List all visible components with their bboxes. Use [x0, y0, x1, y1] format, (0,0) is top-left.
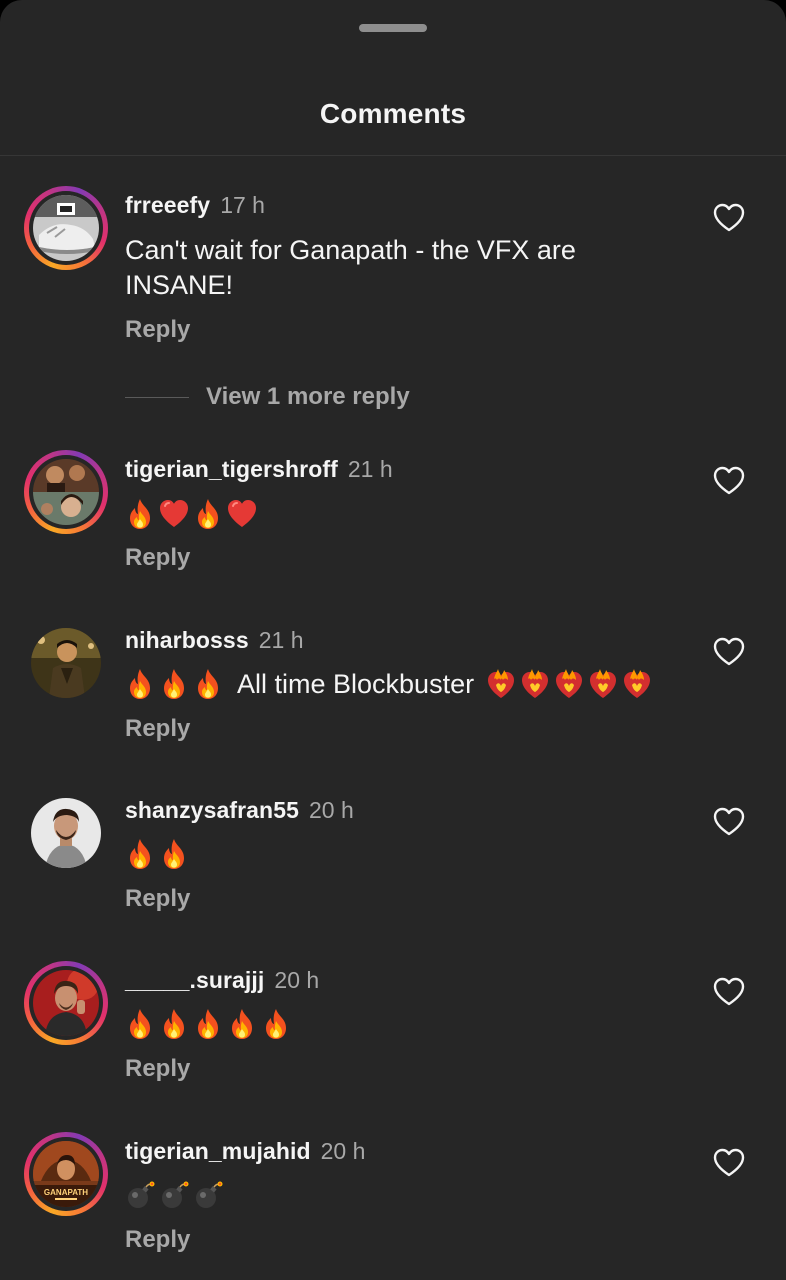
- avatar[interactable]: [24, 186, 108, 270]
- fire-icon: [125, 667, 155, 701]
- comment-emoji-text: [125, 1178, 223, 1212]
- reply-button[interactable]: Reply: [125, 316, 190, 344]
- like-heart-icon[interactable]: [713, 977, 745, 1007]
- comment-username[interactable]: shanzysafran55: [125, 797, 299, 823]
- thread-line: [125, 396, 189, 398]
- fire-icon: [193, 1007, 223, 1041]
- reply-button[interactable]: Reply: [125, 715, 190, 743]
- man-portrait-avatar-image: [31, 798, 101, 868]
- avatar[interactable]: [24, 621, 108, 705]
- comment-username[interactable]: _____.surajjj: [125, 967, 264, 993]
- fire-icon: [193, 497, 223, 531]
- avatar[interactable]: [24, 791, 108, 875]
- like-heart-icon[interactable]: [713, 466, 745, 496]
- heart-on-fire-icon: [622, 667, 652, 701]
- comment-timestamp: 17 h: [220, 192, 265, 218]
- movie-collage-avatar-image: [33, 459, 99, 525]
- fire-icon: [159, 837, 189, 871]
- bomb-icon: [125, 1178, 155, 1212]
- reply-button[interactable]: Reply: [125, 1226, 190, 1254]
- fire-icon: [193, 667, 223, 701]
- header-divider: [0, 155, 786, 156]
- avatar[interactable]: [24, 450, 108, 534]
- avatar[interactable]: GANAPATH: [24, 1132, 108, 1216]
- reply-button[interactable]: Reply: [125, 885, 190, 913]
- sheet-title: Comments: [319, 98, 467, 129]
- comment-username[interactable]: frreeefy: [125, 192, 210, 218]
- fire-icon: [261, 1007, 291, 1041]
- comment-text: Can't wait for Ganapath - the VFX are IN…: [125, 235, 576, 300]
- like-heart-icon[interactable]: [713, 203, 745, 233]
- comment-emoji-text: [125, 497, 257, 531]
- fire-icon: [227, 1007, 257, 1041]
- sneaker-avatar-image: [33, 195, 99, 261]
- heart-on-fire-icon: [520, 667, 550, 701]
- comment-emoji-text: All time Blockbuster: [125, 667, 652, 701]
- man-action-avatar-image: [31, 628, 101, 698]
- view-more-replies[interactable]: View 1 more reply: [125, 383, 410, 411]
- comment-username[interactable]: tigerian_mujahid: [125, 1138, 311, 1164]
- fire-icon: [125, 837, 155, 871]
- fire-icon: [159, 667, 189, 701]
- fire-icon: [125, 497, 155, 531]
- comment-username[interactable]: niharbosss: [125, 627, 249, 653]
- reply-button[interactable]: Reply: [125, 1055, 190, 1083]
- red-heart-icon: [227, 497, 257, 531]
- comments-sheet: Comments frreeefy 17 h Can't wait for Ga…: [0, 0, 786, 1280]
- heart-on-fire-icon: [554, 667, 584, 701]
- avatar[interactable]: [24, 961, 108, 1045]
- like-heart-icon[interactable]: [713, 1148, 745, 1178]
- comment-timestamp: 20 h: [309, 797, 354, 823]
- fire-icon: [159, 1007, 189, 1041]
- drag-handle[interactable]: [359, 24, 427, 32]
- comment-timestamp: 20 h: [274, 967, 320, 993]
- heart-on-fire-icon: [588, 667, 618, 701]
- comment-username[interactable]: tigerian_tigershroff: [125, 456, 338, 482]
- comment-timestamp: 21 h: [258, 627, 304, 653]
- comment-emoji-text: [125, 837, 189, 871]
- bomb-icon: [193, 1178, 223, 1212]
- man-red-bg-avatar-image: [33, 970, 99, 1036]
- comment-timestamp: 20 h: [320, 1138, 366, 1164]
- like-heart-icon[interactable]: [713, 637, 745, 667]
- ganapath-poster-avatar-image: GANAPATH: [33, 1141, 99, 1207]
- heart-on-fire-icon: [486, 667, 516, 701]
- comment-timestamp: 21 h: [347, 456, 393, 482]
- comment-emoji-text: [125, 1007, 291, 1041]
- view-more-replies-label: View 1 more reply: [206, 383, 410, 410]
- ganapath-logo-text: GANAPATH: [44, 1188, 88, 1197]
- reply-button[interactable]: Reply: [125, 544, 190, 572]
- bomb-icon: [159, 1178, 189, 1212]
- fire-icon: [125, 1007, 155, 1041]
- like-heart-icon[interactable]: [713, 807, 745, 837]
- comment-text: All time Blockbuster: [237, 668, 475, 699]
- red-heart-icon: [159, 497, 189, 531]
